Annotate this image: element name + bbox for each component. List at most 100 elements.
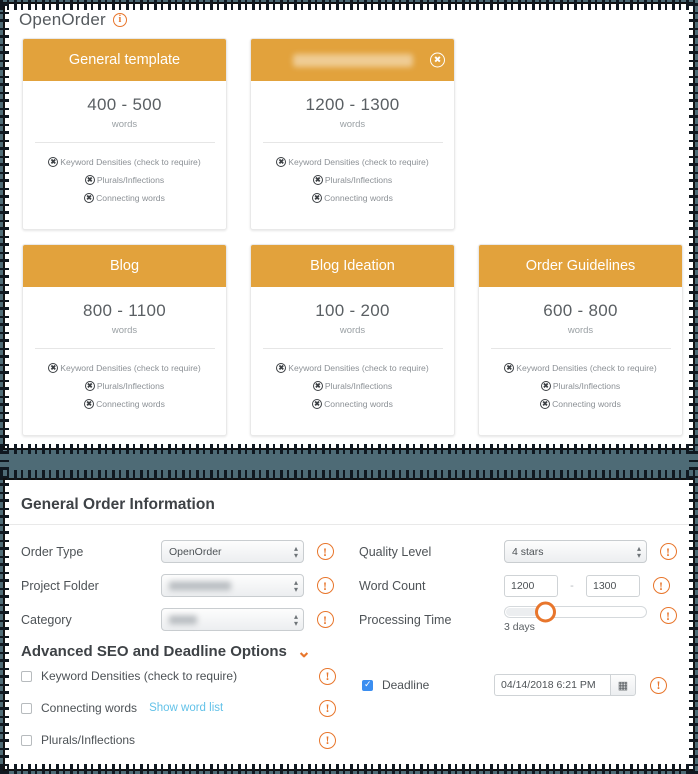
- info-icon[interactable]: !: [316, 543, 334, 560]
- feature-label: Keyword Densities (check to require): [288, 157, 429, 167]
- template-card[interactable]: General template 400 - 500 words ✖ Keywo…: [22, 38, 227, 230]
- quality-level-select[interactable]: 4 stars: [504, 540, 647, 563]
- circle-x-icon: ✖: [312, 175, 323, 185]
- checkbox-row-connecting-words: Connecting words Show word list !: [21, 692, 352, 724]
- template-card-header: General template: [23, 39, 226, 81]
- feature-label: Connecting words: [324, 399, 393, 409]
- feature-item: ✖ Plurals/Inflections: [84, 381, 165, 391]
- circle-x-icon: ✖: [312, 381, 323, 391]
- info-icon[interactable]: !: [318, 699, 336, 717]
- circle-x-icon: ✖: [48, 157, 59, 167]
- checkbox-label: Plurals/Inflections: [41, 733, 136, 747]
- advanced-heading: Advanced SEO and Deadline Options: [21, 643, 287, 660]
- feature-item: ✖ Connecting words: [84, 193, 165, 203]
- checkbox-label: Connecting words: [41, 701, 138, 715]
- deadline-row: Deadline ▦ !: [361, 669, 683, 701]
- template-card[interactable]: Order Guidelines 600 - 800 words ✖ Keywo…: [478, 244, 683, 436]
- circle-x-icon: ✖: [540, 399, 551, 409]
- processing-time-slider[interactable]: [504, 601, 647, 623]
- info-icon[interactable]: !: [652, 577, 670, 594]
- feature-label: Connecting words: [552, 399, 621, 409]
- advanced-right: Deadline ▦ !: [352, 643, 683, 756]
- template-card-body: 100 - 200 words ✖ Keyword Densities (che…: [251, 287, 454, 435]
- feature-label: Plurals/Inflections: [552, 381, 621, 391]
- feature-item: ✖ Keyword Densities (check to require): [48, 363, 201, 373]
- field-label: Quality Level: [359, 544, 432, 559]
- feature-item: ✖ Keyword Densities (check to require): [276, 363, 429, 373]
- close-icon[interactable]: ✖: [430, 52, 445, 68]
- template-selection-panel: OpenOrder i General template 400 - 500 w…: [3, 2, 695, 450]
- circle-x-icon: ✖: [540, 381, 551, 391]
- slider-handle[interactable]: [535, 601, 556, 623]
- word-range: 1200 - 1300: [305, 95, 400, 114]
- word-range-label: words: [339, 119, 366, 130]
- template-card-header: Blog Ideation: [251, 245, 454, 287]
- deadline-date-input[interactable]: [494, 674, 610, 696]
- info-icon[interactable]: !: [316, 577, 334, 594]
- field-label: Processing Time: [359, 612, 452, 627]
- empty-grid-slot: [478, 38, 683, 230]
- info-icon[interactable]: !: [316, 611, 334, 628]
- feature-label: Connecting words: [96, 399, 165, 409]
- page-title-row: OpenOrder i: [17, 10, 679, 30]
- circle-x-icon: ✖: [276, 363, 287, 373]
- keyword-densities-checkbox[interactable]: [21, 670, 32, 682]
- circle-x-icon: ✖: [312, 399, 323, 409]
- page-title: OpenOrder: [19, 10, 106, 29]
- template-card-title: Order Guidelines: [525, 258, 636, 274]
- template-card-header: Order Guidelines: [479, 245, 682, 287]
- deadline-label: Deadline: [381, 678, 430, 692]
- template-card-body: 400 - 500 words ✖ Keyword Densities (che…: [23, 81, 226, 229]
- circle-x-icon: ✖: [84, 381, 95, 391]
- circle-x-icon: ✖: [48, 363, 59, 373]
- chevron-down-icon[interactable]: ⌄: [297, 643, 311, 660]
- feature-label: Plurals/Inflections: [96, 381, 165, 391]
- info-icon[interactable]: i: [112, 13, 127, 27]
- show-word-list-link[interactable]: Show word list: [149, 702, 223, 714]
- screenshot-root: OpenOrder i General template 400 - 500 w…: [0, 0, 698, 774]
- info-icon[interactable]: !: [659, 543, 677, 560]
- card-divider: [262, 142, 443, 143]
- info-icon[interactable]: !: [318, 731, 336, 749]
- calendar-icon[interactable]: ▦: [610, 674, 636, 696]
- field-order-type: Order Type OpenOrder ▴ ▾ !: [21, 535, 349, 568]
- info-icon[interactable]: !: [650, 676, 667, 694]
- word-count-max-input[interactable]: [586, 574, 640, 597]
- word-range: 600 - 800: [543, 301, 618, 320]
- info-icon[interactable]: !: [659, 607, 677, 624]
- connecting-words-checkbox[interactable]: [21, 702, 32, 714]
- feature-label: Keyword Densities (check to require): [60, 363, 201, 373]
- order-type-select[interactable]: OpenOrder: [161, 540, 304, 563]
- circle-x-icon: ✖: [276, 157, 287, 167]
- feature-item: ✖ Keyword Densities (check to require): [48, 157, 201, 167]
- feature-label: Keyword Densities (check to require): [288, 363, 429, 373]
- template-card-title-redacted: [292, 53, 413, 67]
- card-divider: [34, 142, 215, 143]
- word-range-label: words: [111, 119, 138, 130]
- template-card-selected[interactable]: ✖ 1200 - 1300 words ✖ Keyword Densities …: [250, 38, 455, 230]
- feature-item: ✖ Plurals/Inflections: [540, 381, 621, 391]
- word-range: 800 - 1100: [82, 301, 167, 320]
- template-card-body: 1200 - 1300 words ✖ Keyword Densities (c…: [251, 81, 454, 229]
- deadline-checkbox[interactable]: [361, 679, 373, 691]
- circle-x-icon: ✖: [84, 193, 95, 203]
- processing-time-value: 3 days: [504, 621, 535, 633]
- word-range: 100 - 200: [315, 301, 390, 320]
- word-range-label: words: [567, 325, 594, 336]
- field-quality-level: Quality Level 4 stars ▴ ▾ !: [359, 535, 683, 568]
- template-card-header: Blog: [23, 245, 226, 287]
- template-card-grid: General template 400 - 500 words ✖ Keywo…: [17, 38, 683, 436]
- circle-x-icon: ✖: [312, 193, 323, 203]
- word-count-min-input[interactable]: [504, 574, 558, 597]
- template-card[interactable]: Blog Ideation 100 - 200 words ✖ Keyword …: [250, 244, 455, 436]
- field-label: Project Folder: [21, 578, 99, 593]
- feature-item: ✖ Plurals/Inflections: [312, 175, 392, 185]
- feature-label: Plurals/Inflections: [96, 175, 165, 185]
- template-card[interactable]: Blog 800 - 1100 words ✖ Keyword Densitie…: [22, 244, 227, 436]
- circle-x-icon: ✖: [504, 363, 515, 373]
- word-range-label: words: [111, 325, 138, 336]
- card-divider: [34, 348, 215, 349]
- field-word-count: Word Count - !: [359, 569, 683, 602]
- plurals-inflections-checkbox[interactable]: [21, 734, 32, 746]
- info-icon[interactable]: !: [318, 667, 336, 685]
